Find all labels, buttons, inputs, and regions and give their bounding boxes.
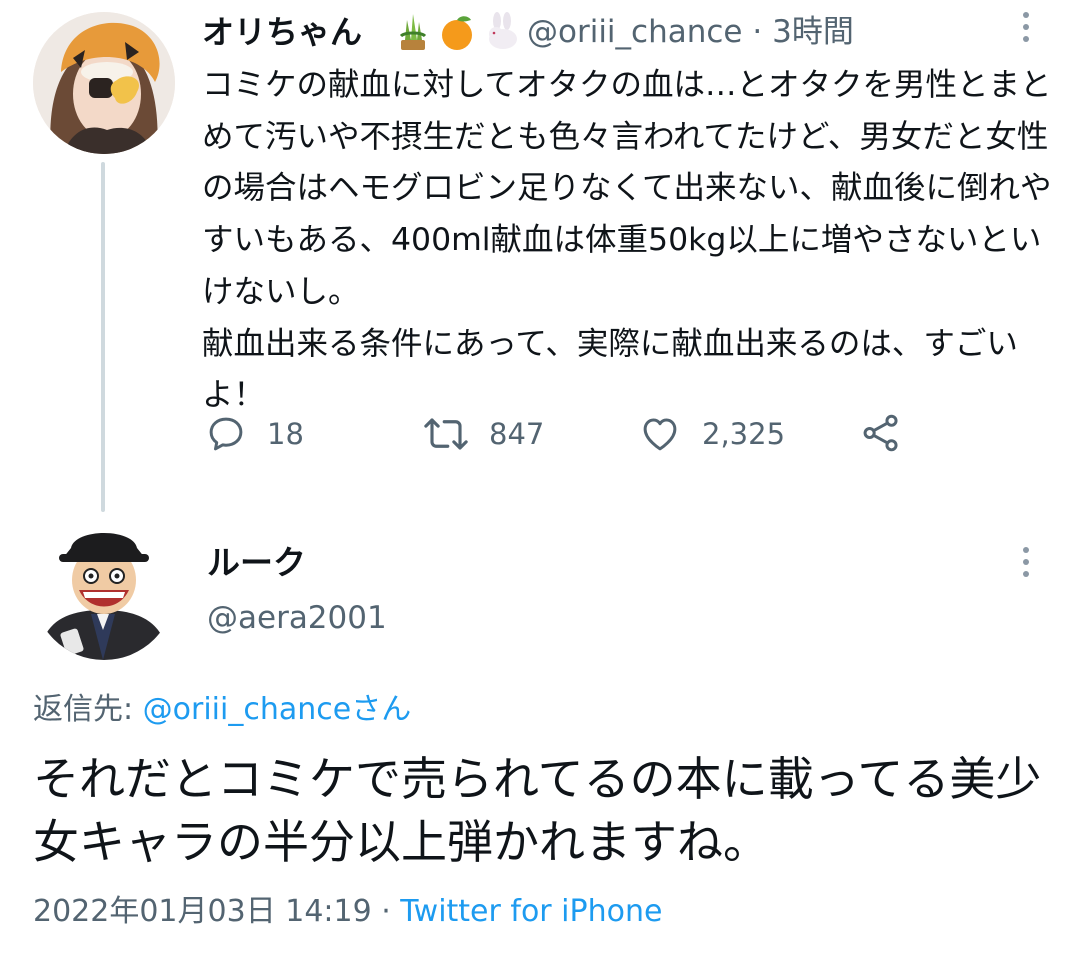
tweet-text: それだとコミケで売られてるの本に載ってる美少女キャラの半分以上弾かれますね。 bbox=[33, 752, 1042, 869]
share-button[interactable] bbox=[859, 412, 903, 454]
like-button[interactable]: 2,325 bbox=[638, 412, 785, 456]
reply-count: 18 bbox=[267, 417, 304, 451]
heart-icon bbox=[643, 418, 677, 451]
display-name[interactable]: ルーク bbox=[207, 540, 306, 586]
timestamp[interactable]: 3時間 bbox=[772, 14, 854, 50]
more-icon[interactable] bbox=[1021, 10, 1031, 48]
handle-and-time[interactable]: @oriii_chance · 3時間 bbox=[527, 10, 854, 54]
separator: · bbox=[752, 14, 763, 50]
source-link[interactable]: Twitter for iPhone bbox=[400, 894, 662, 929]
display-name[interactable]: オリちゃん bbox=[202, 10, 362, 54]
avatar[interactable] bbox=[33, 518, 175, 660]
share-icon bbox=[863, 414, 898, 452]
tangerine-icon bbox=[442, 16, 472, 50]
handle[interactable]: @aera2001 bbox=[207, 596, 387, 640]
rabbit-icon bbox=[489, 12, 517, 49]
reply-button[interactable]: 18 bbox=[205, 412, 304, 456]
avatar-photo bbox=[33, 518, 175, 660]
like-count: 2,325 bbox=[702, 417, 786, 451]
avatar-photo bbox=[33, 12, 175, 154]
retweet-button[interactable]: 847 bbox=[423, 412, 544, 456]
tweet-meta: 2022年01月03日 14:19 · Twitter for iPhone bbox=[33, 890, 662, 934]
timestamp[interactable]: 2022年01月03日 14:19 bbox=[33, 894, 372, 929]
kadomatsu-icon bbox=[399, 14, 427, 50]
reply-context: 返信先: @oriii_chanceさん bbox=[33, 688, 411, 732]
more-icon[interactable] bbox=[1021, 545, 1031, 583]
reply-label: 返信先: bbox=[33, 692, 143, 727]
reply-to-link[interactable]: @oriii_chanceさん bbox=[143, 692, 412, 727]
retweet-icon bbox=[424, 418, 468, 450]
tweet-text: コミケの献血に対してオタクの血は…とオタクを男性とまとめて汚いや不摂生だとも色々… bbox=[202, 67, 1052, 414]
name-emojis bbox=[395, 12, 523, 52]
thread-line bbox=[101, 162, 105, 512]
handle[interactable]: @oriii_chance bbox=[527, 14, 743, 50]
separator: · bbox=[371, 894, 401, 929]
reply-icon bbox=[209, 417, 243, 451]
avatar[interactable] bbox=[33, 12, 175, 154]
retweet-count: 847 bbox=[489, 417, 545, 451]
